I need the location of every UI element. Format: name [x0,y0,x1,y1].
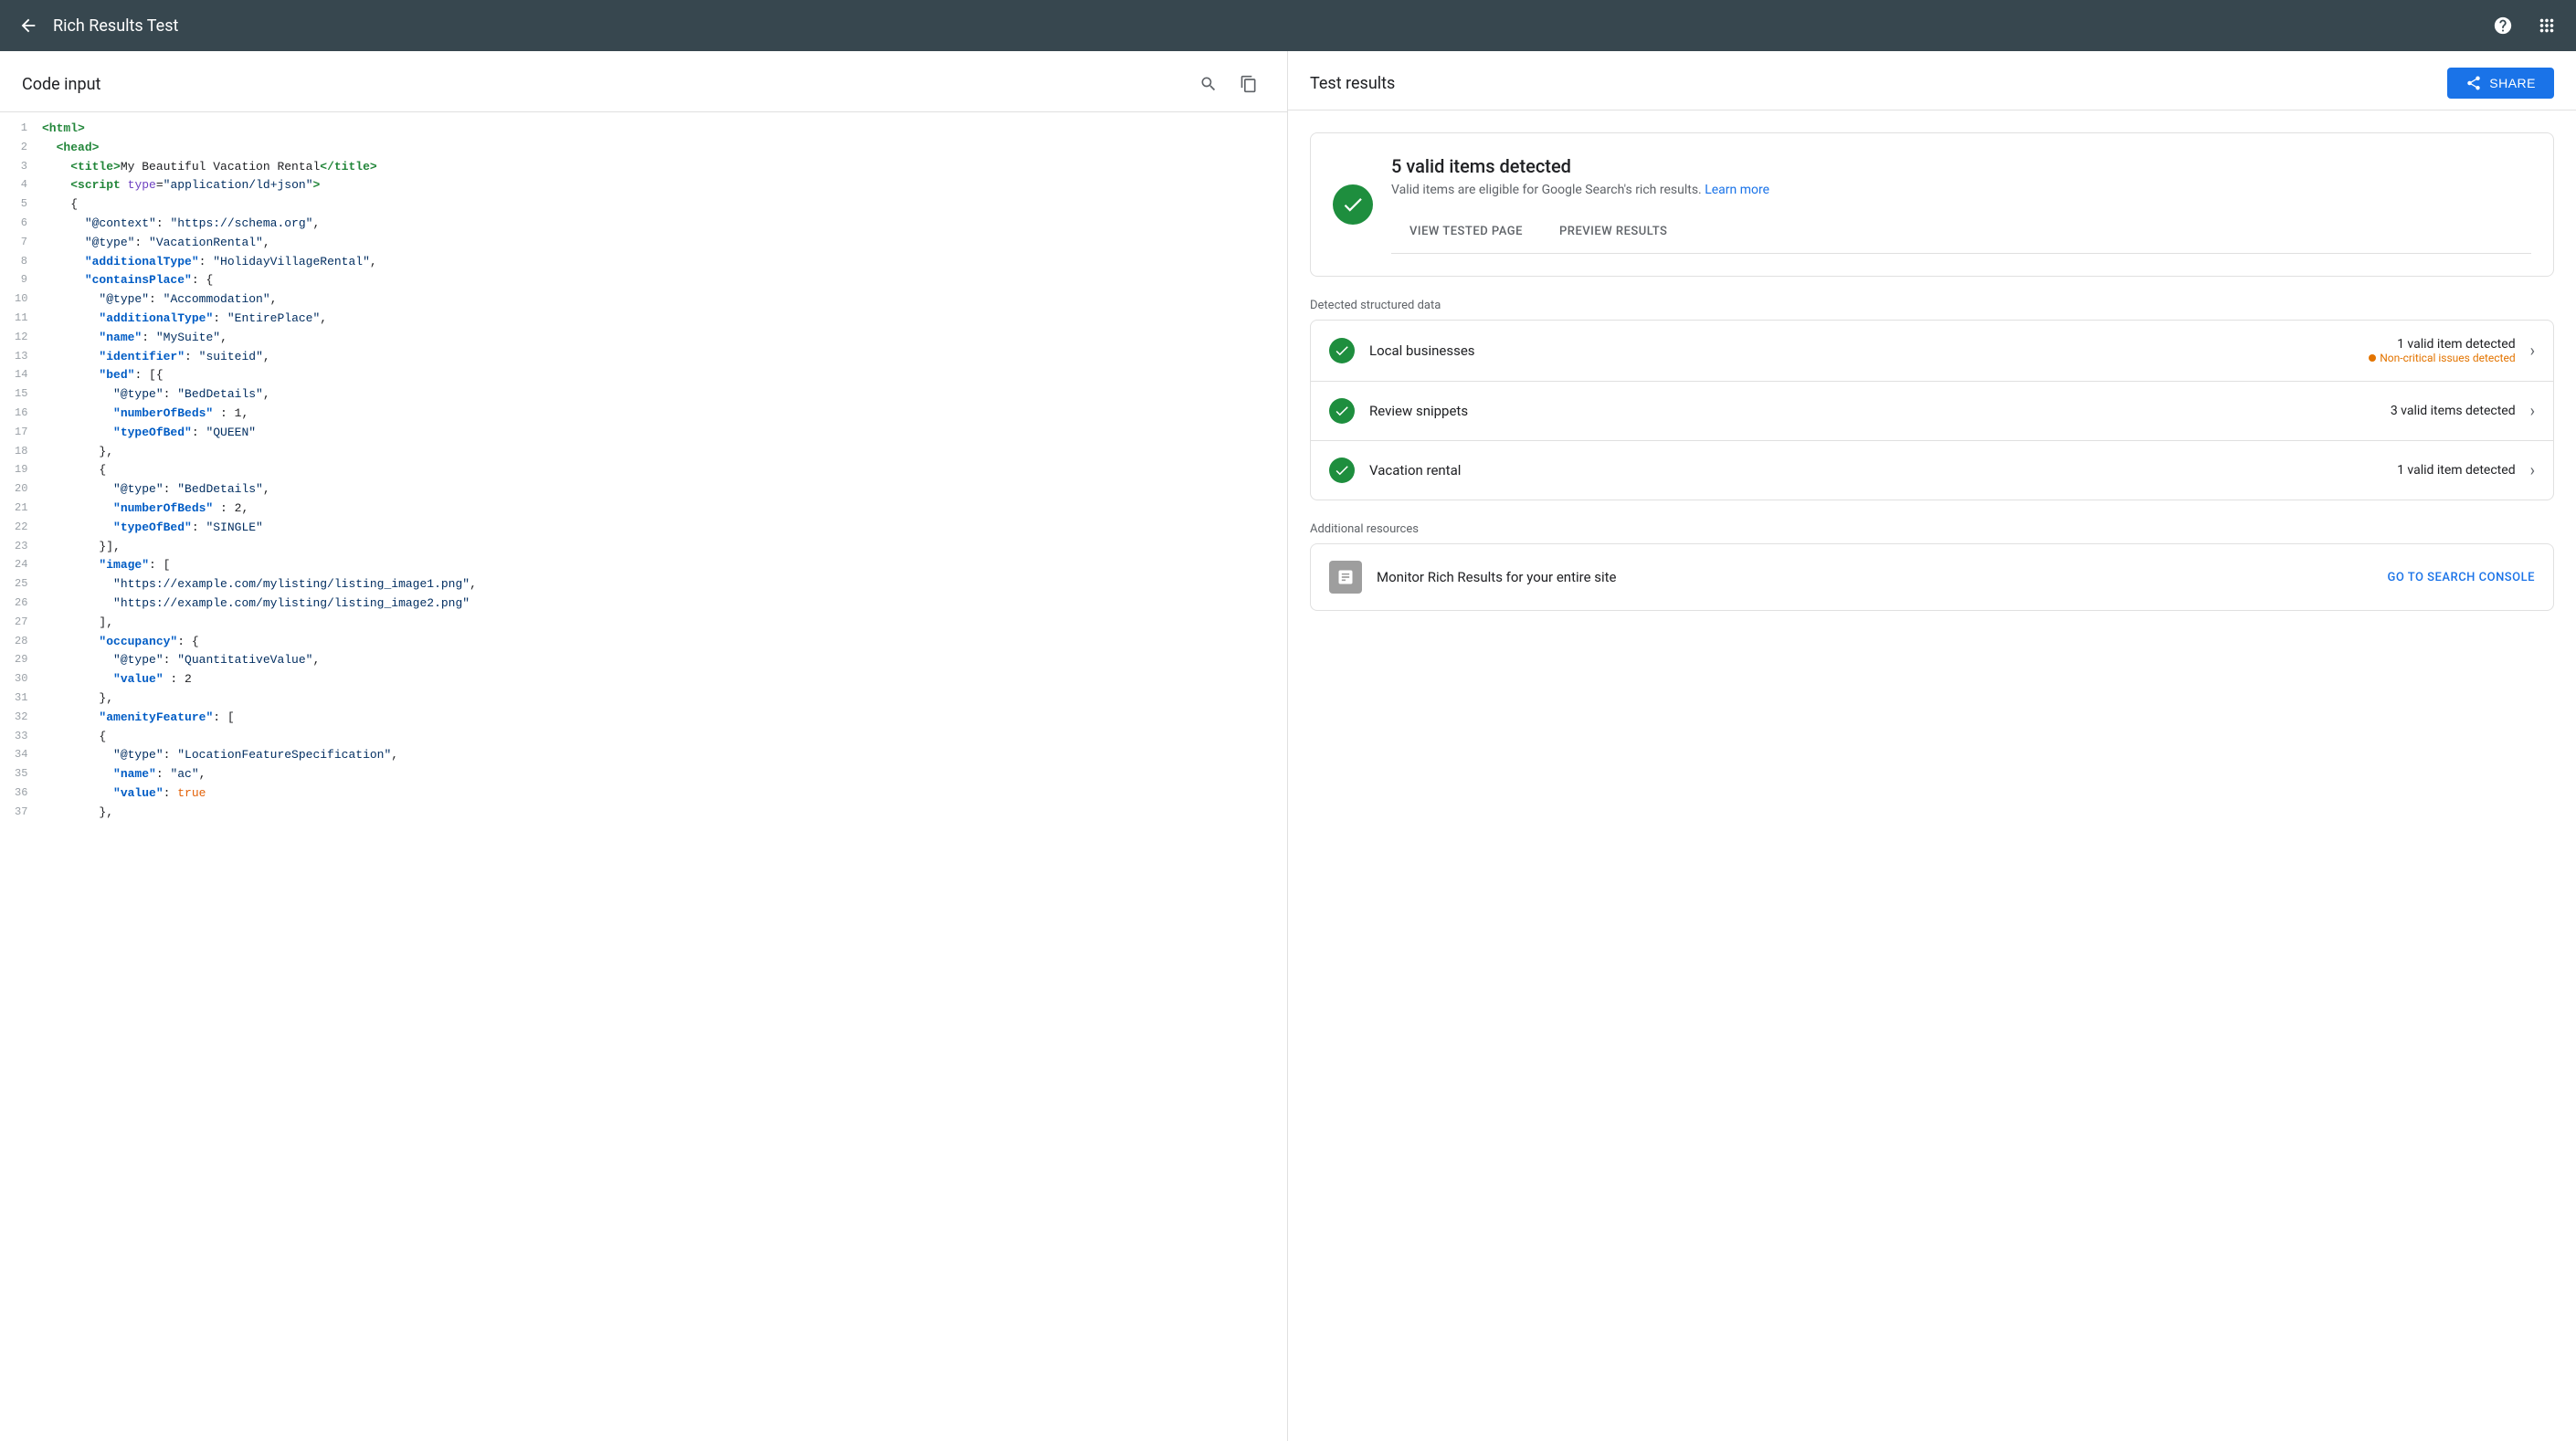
detected-label: Detected structured data [1310,299,2554,312]
main-layout: Code input 1 <html> [0,51,2576,1441]
grid-icon[interactable] [2536,15,2558,37]
share-label: SHARE [2489,76,2536,90]
tab-preview-results[interactable]: PREVIEW RESULTS [1541,212,1685,253]
code-line: 20 "@type": "BedDetails", [0,480,1287,500]
vacation-rental-status: 1 valid item detected [2397,463,2516,478]
code-line: 10 "@type": "Accommodation", [0,290,1287,310]
code-content[interactable]: 1 <html> 2 <head> 3 <title>My Beautiful … [0,112,1287,1441]
review-snippets-valid-count: 3 valid items detected [2391,404,2516,418]
copy-button[interactable] [1232,68,1265,100]
code-line: 3 <title>My Beautiful Vacation Rental</t… [0,158,1287,177]
code-line: 13 "identifier": "suiteid", [0,348,1287,367]
code-panel-actions [1192,68,1265,100]
code-line: 29 "@type": "QuantitativeValue", [0,651,1287,670]
review-snippets-name: Review snippets [1369,403,2391,419]
review-snippets-chevron: › [2530,402,2535,421]
help-icon[interactable] [2492,15,2514,37]
local-businesses-name: Local businesses [1369,342,2369,359]
code-line: 34 "@type": "LocationFeatureSpecificatio… [0,746,1287,765]
resources-card: Monitor Rich Results for your entire sit… [1310,543,2554,611]
header-icons [2492,15,2558,37]
code-panel: Code input 1 <html> [0,51,1288,1441]
code-line: 33 { [0,728,1287,747]
results-header: Test results SHARE [1288,51,2576,110]
code-line: 31 }, [0,689,1287,709]
code-line: 21 "numberOfBeds" : 2, [0,500,1287,519]
learn-more-link[interactable]: Learn more [1705,183,1769,197]
code-line: 5 { [0,195,1287,215]
code-line: 24 "image": [ [0,556,1287,575]
valid-items-info: 5 valid items detected Valid items are e… [1391,155,2531,254]
code-line: 19 { [0,461,1287,480]
results-body: 5 valid items detected Valid items are e… [1288,110,2576,633]
code-line: 17 "typeOfBed": "QUEEN" [0,424,1287,443]
vacation-rental-valid-count: 1 valid item detected [2397,463,2516,478]
code-line: 35 "name": "ac", [0,765,1287,784]
detected-section: Detected structured data Local businesse… [1310,299,2554,500]
code-line: 22 "typeOfBed": "SINGLE" [0,519,1287,538]
code-line: 16 "numberOfBeds" : 1, [0,405,1287,424]
data-row-review-snippets[interactable]: Review snippets 3 valid items detected › [1311,382,2553,441]
structured-data-card: Local businesses 1 valid item detected N… [1310,320,2554,500]
code-line: 37 }, [0,804,1287,823]
code-panel-header: Code input [0,51,1287,112]
vacation-rental-check-icon [1329,458,1355,483]
vacation-rental-name: Vacation rental [1369,462,2397,479]
share-button[interactable]: SHARE [2447,68,2554,99]
vacation-rental-chevron: › [2530,461,2535,480]
code-line: 36 "value": true [0,784,1287,804]
code-line: 1 <html> [0,120,1287,139]
resource-row-search-console: Monitor Rich Results for your entire sit… [1311,544,2553,610]
tabs-row: VIEW TESTED PAGE PREVIEW RESULTS [1391,212,2531,254]
local-businesses-warning: Non-critical issues detected [2369,352,2515,364]
code-line: 28 "occupancy": { [0,633,1287,652]
code-line: 2 <head> [0,139,1287,158]
code-line: 25 "https://example.com/mylisting/listin… [0,575,1287,594]
back-button[interactable] [18,16,38,36]
warning-dot [2369,354,2376,362]
tab-view-tested-page[interactable]: VIEW TESTED PAGE [1391,212,1541,253]
search-console-icon [1329,561,1362,594]
local-businesses-valid-count: 1 valid item detected [2369,337,2515,352]
resource-name: Monitor Rich Results for your entire sit… [1377,569,2373,585]
code-line: 8 "additionalType": "HolidayVillageRenta… [0,253,1287,272]
valid-items-subtitle: Valid items are eligible for Google Sear… [1391,183,2531,197]
code-line: 9 "containsPlace": { [0,271,1287,290]
results-panel: Test results SHARE 5 valid items detecte… [1288,51,2576,1441]
additional-resources-label: Additional resources [1310,522,2554,536]
code-line: 12 "name": "MySuite", [0,329,1287,348]
search-button[interactable] [1192,68,1225,100]
data-row-vacation-rental[interactable]: Vacation rental 1 valid item detected › [1311,441,2553,500]
app-title: Rich Results Test [53,16,2492,36]
local-businesses-chevron: › [2530,342,2535,361]
app-header: Rich Results Test [0,0,2576,51]
additional-resources-section: Additional resources Monitor Rich Result… [1310,522,2554,611]
code-line: 30 "value" : 2 [0,670,1287,689]
data-row-local-businesses[interactable]: Local businesses 1 valid item detected N… [1311,321,2553,382]
code-panel-title: Code input [22,75,100,94]
valid-check-icon [1333,184,1373,225]
local-businesses-check-icon [1329,338,1355,363]
results-title: Test results [1310,74,1395,93]
code-line: 11 "additionalType": "EntirePlace", [0,310,1287,329]
review-snippets-status: 3 valid items detected [2391,404,2516,418]
code-line: 7 "@type": "VacationRental", [0,234,1287,253]
valid-items-card: 5 valid items detected Valid items are e… [1310,132,2554,277]
code-line: 15 "@type": "BedDetails", [0,385,1287,405]
code-line: 23 }], [0,538,1287,557]
local-businesses-status: 1 valid item detected Non-critical issue… [2369,337,2515,364]
code-line: 6 "@context": "https://schema.org", [0,215,1287,234]
code-line: 18 }, [0,443,1287,462]
code-line: 32 "amenityFeature": [ [0,709,1287,728]
code-line: 27 ], [0,614,1287,633]
valid-items-title: 5 valid items detected [1391,155,2531,177]
code-line: 26 "https://example.com/mylisting/listin… [0,594,1287,614]
go-to-search-console-link[interactable]: GO TO SEARCH CONSOLE [2388,571,2536,584]
code-line: 14 "bed": [{ [0,366,1287,385]
code-line: 4 <script type="application/ld+json"> [0,176,1287,195]
review-snippets-check-icon [1329,398,1355,424]
